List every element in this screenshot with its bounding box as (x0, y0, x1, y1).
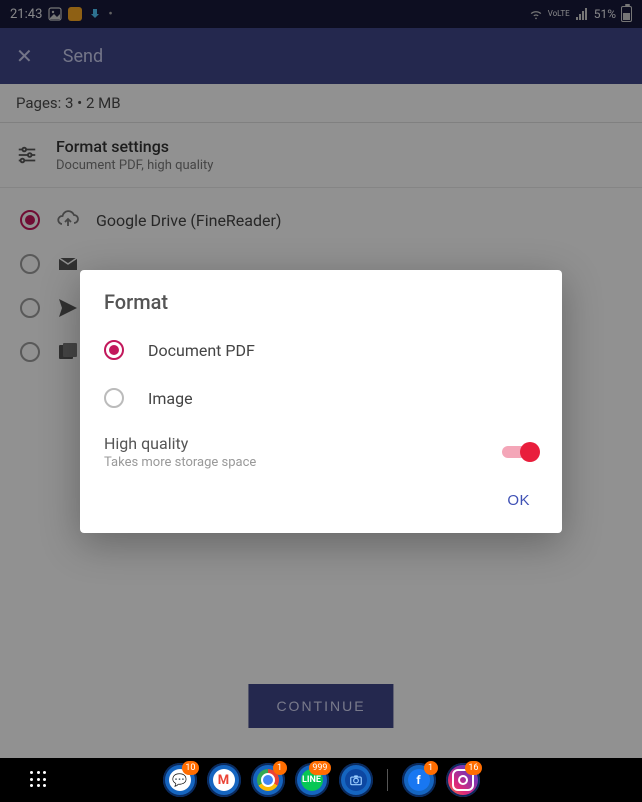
badge: 999 (309, 761, 330, 775)
app-drawer-icon[interactable] (30, 771, 48, 789)
nav-app-instagram[interactable]: 16 (446, 763, 480, 797)
format-option-image[interactable]: Image (80, 374, 562, 422)
high-quality-toggle[interactable] (502, 442, 538, 462)
badge: 1 (273, 761, 287, 775)
option-label: Document PDF (148, 341, 255, 360)
high-quality-title: High quality (104, 434, 502, 453)
ok-button[interactable]: OK (495, 484, 542, 517)
nav-app-line[interactable]: LINE 999 (295, 763, 329, 797)
radio-selected-icon[interactable] (104, 340, 124, 360)
option-label: Image (148, 389, 193, 408)
high-quality-subtitle: Takes more storage space (104, 455, 502, 470)
badge: 1 (424, 761, 438, 775)
nav-app-camera[interactable] (339, 763, 373, 797)
badge: 16 (465, 761, 481, 775)
high-quality-row: High quality Takes more storage space (80, 422, 562, 476)
navigation-bar: 💬 10 M 1 LINE 999 f 1 16 (0, 758, 642, 802)
nav-app-chat[interactable]: 💬 10 (163, 763, 197, 797)
badge: 10 (182, 761, 198, 775)
radio-icon[interactable] (104, 388, 124, 408)
nav-separator (387, 769, 388, 791)
nav-app-gmail[interactable]: M (207, 763, 241, 797)
format-dialog: Format Document PDF Image High quality T… (80, 270, 562, 533)
dialog-title: Format (80, 290, 562, 326)
nav-app-facebook[interactable]: f 1 (402, 763, 436, 797)
format-option-document-pdf[interactable]: Document PDF (80, 326, 562, 374)
nav-app-chrome[interactable]: 1 (251, 763, 285, 797)
